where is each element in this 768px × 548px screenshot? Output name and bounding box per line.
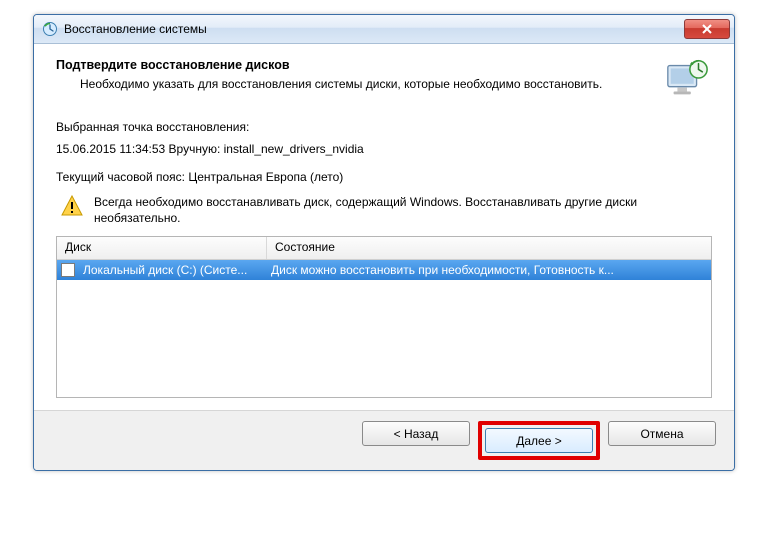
table-row[interactable]: Локальный диск (C:) (Систе... Диск можно… [57,260,711,280]
disks-table: Диск Состояние Локальный диск (C:) (Сист… [56,236,712,398]
content-area: Подтвердите восстановление дисков Необхо… [34,44,734,410]
titlebar: Восстановление системы [34,15,734,44]
page-title: Подтвердите восстановление дисков [56,58,656,72]
timezone-text: Текущий часовой пояс: Центральная Европа… [56,170,712,184]
back-button[interactable]: < Назад [362,421,470,446]
row-disk-name: Локальный диск (C:) (Систе... [79,263,267,277]
warning-icon [60,194,84,218]
warning-text: Всегда необходимо восстанавливать диск, … [94,194,708,226]
page-description: Необходимо указать для восстановления си… [80,76,656,92]
column-header-status[interactable]: Состояние [267,237,711,259]
table-header: Диск Состояние [57,237,711,260]
monitor-restore-icon [664,56,710,102]
column-header-disk[interactable]: Диск [57,237,267,259]
restore-icon [42,21,58,37]
close-icon [701,24,713,34]
highlight-ring: Далее > [478,421,600,460]
system-restore-window: Восстановление системы Подтвердите восст… [33,14,735,471]
row-checkbox[interactable] [57,263,79,277]
footer: < Назад Далее > Отмена [34,410,734,470]
restore-point-label: Выбранная точка восстановления: [56,120,712,134]
warning-box: Всегда необходимо восстанавливать диск, … [56,194,712,226]
close-button[interactable] [684,19,730,39]
next-button[interactable]: Далее > [485,428,593,453]
restore-point-value: 15.06.2015 11:34:53 Вручную: install_new… [56,142,712,156]
window-title: Восстановление системы [64,22,684,36]
cancel-button[interactable]: Отмена [608,421,716,446]
row-disk-status: Диск можно восстановить при необходимост… [267,263,711,277]
